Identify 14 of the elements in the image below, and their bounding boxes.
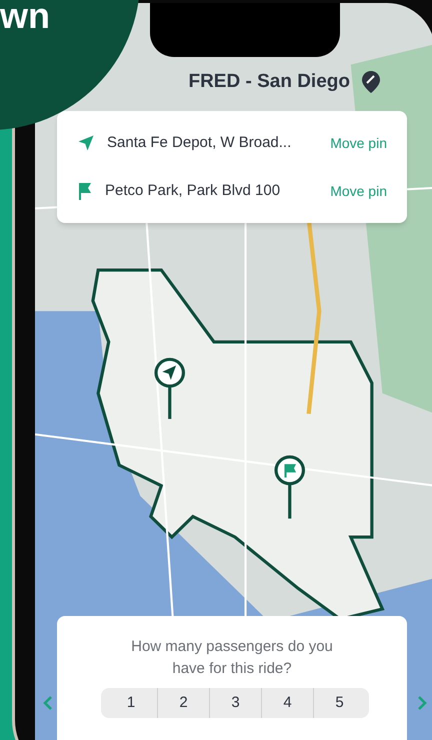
navigation-arrow-icon <box>77 134 95 152</box>
flag-icon <box>77 182 93 200</box>
passenger-question: How many passengers do you have for this ride? <box>130 637 334 679</box>
passenger-option[interactable]: 5 <box>313 688 365 718</box>
map-pin-icon[interactable] <box>362 71 380 94</box>
start-pin-marker[interactable] <box>154 358 185 419</box>
destination-pin-marker[interactable] <box>274 455 305 519</box>
passenger-option[interactable]: 1 <box>105 688 157 718</box>
app-title: FRED - San Diego <box>188 70 350 94</box>
address-text: Santa Fe Depot, W Broad... <box>107 132 292 153</box>
passenger-option[interactable]: 3 <box>209 688 261 718</box>
address-text: Petco Park, Park Blvd 100 <box>105 180 282 201</box>
passenger-option[interactable]: 4 <box>261 688 313 718</box>
passenger-option[interactable]: 2 <box>157 688 209 718</box>
